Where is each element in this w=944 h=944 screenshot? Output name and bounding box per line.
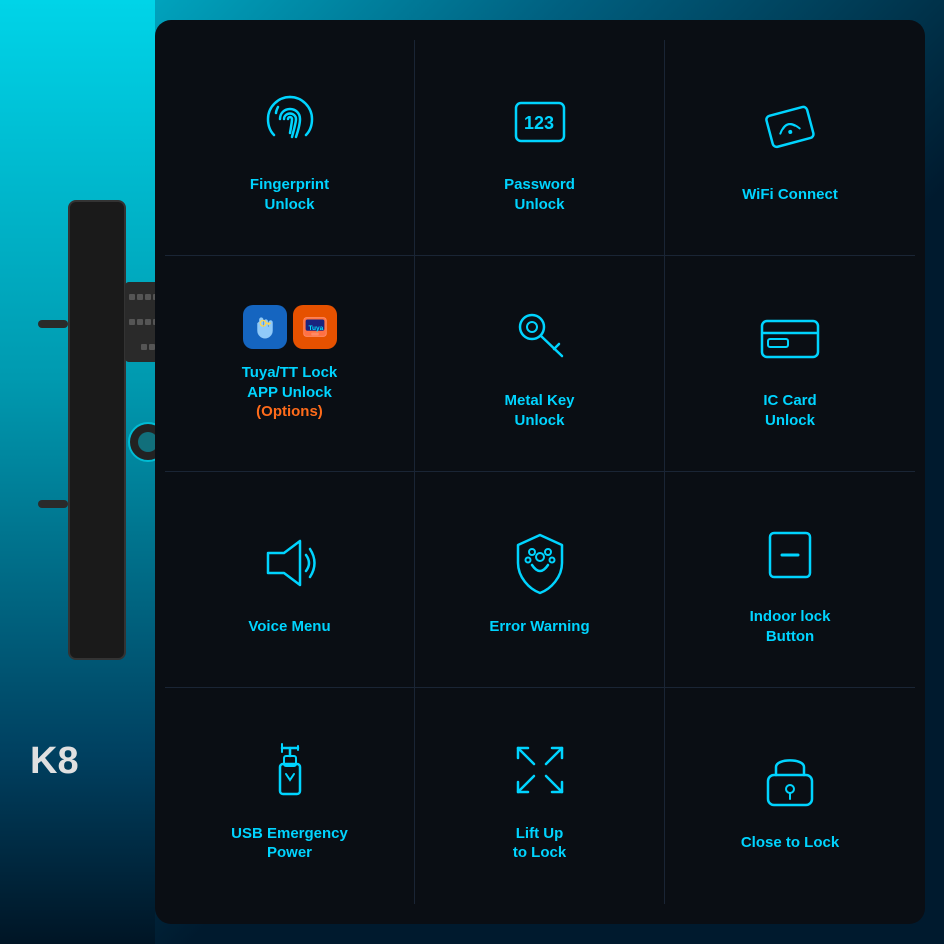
speaker-icon xyxy=(250,523,330,603)
voice-menu-label: Voice Menu xyxy=(248,617,330,637)
tuya-app-unlock-item: Tuya Tuya/TT LockAPP Unlock(Options) xyxy=(165,256,415,472)
ic-card-unlock-label: IC CardUnlock xyxy=(763,391,816,430)
wifi-icon xyxy=(750,91,830,171)
fingerprint-icon xyxy=(250,81,330,161)
padlock-icon xyxy=(750,739,830,819)
lift-up-to-lock-item: Lift Upto Lock xyxy=(415,688,665,904)
password-unlock-item: 123 PasswordUnlock xyxy=(415,40,665,256)
fingerprint-unlock-item: FingerprintUnlock xyxy=(165,40,415,256)
usb-emergency-power-item: USB EmergencyPower xyxy=(165,688,415,904)
voice-menu-item: Voice Menu xyxy=(165,472,415,688)
indoor-lock-button-item: Indoor lockButton xyxy=(665,472,915,688)
tuya-app-unlock-label: Tuya/TT LockAPP Unlock(Options) xyxy=(242,363,338,422)
wifi-connect-item: WiFi Connect xyxy=(665,40,915,256)
usb-emergency-power-label: USB EmergencyPower xyxy=(231,824,348,863)
password-unlock-label: PasswordUnlock xyxy=(504,175,575,214)
error-warning-label: Error Warning xyxy=(489,617,589,637)
metal-key-unlock-label: Metal KeyUnlock xyxy=(504,391,574,430)
tt-lock-icon xyxy=(243,305,287,349)
close-to-lock-label: Close to Lock xyxy=(741,833,839,853)
svg-text:Tuya: Tuya xyxy=(308,325,323,332)
wifi-connect-label: WiFi Connect xyxy=(742,185,838,205)
feature-panel: FingerprintUnlock 123 PasswordUnlock xyxy=(155,20,925,924)
svg-text:123: 123 xyxy=(524,113,554,133)
lift-up-to-lock-label: Lift Upto Lock xyxy=(513,824,566,863)
shield-alert-icon xyxy=(500,523,580,603)
key-icon xyxy=(500,297,580,377)
error-warning-item: Error Warning xyxy=(415,472,665,688)
fingerprint-unlock-label: FingerprintUnlock xyxy=(250,175,329,214)
ic-card-unlock-item: IC CardUnlock xyxy=(665,256,915,472)
device-model-label: K8 xyxy=(30,740,79,783)
features-grid: FingerprintUnlock 123 PasswordUnlock xyxy=(155,20,925,924)
close-to-lock-item: Close to Lock xyxy=(665,688,915,904)
card-icon xyxy=(750,297,830,377)
compress-icon xyxy=(500,730,580,810)
usb-icon xyxy=(250,730,330,810)
metal-key-unlock-item: Metal KeyUnlock xyxy=(415,256,665,472)
indoor-lock-icon xyxy=(750,513,830,593)
tuya-icons-container: Tuya xyxy=(243,305,337,349)
indoor-lock-button-label: Indoor lockButton xyxy=(750,607,831,646)
password-icon: 123 xyxy=(500,81,580,161)
tuya-app-icon: Tuya xyxy=(293,305,337,349)
lock-device xyxy=(18,200,158,720)
